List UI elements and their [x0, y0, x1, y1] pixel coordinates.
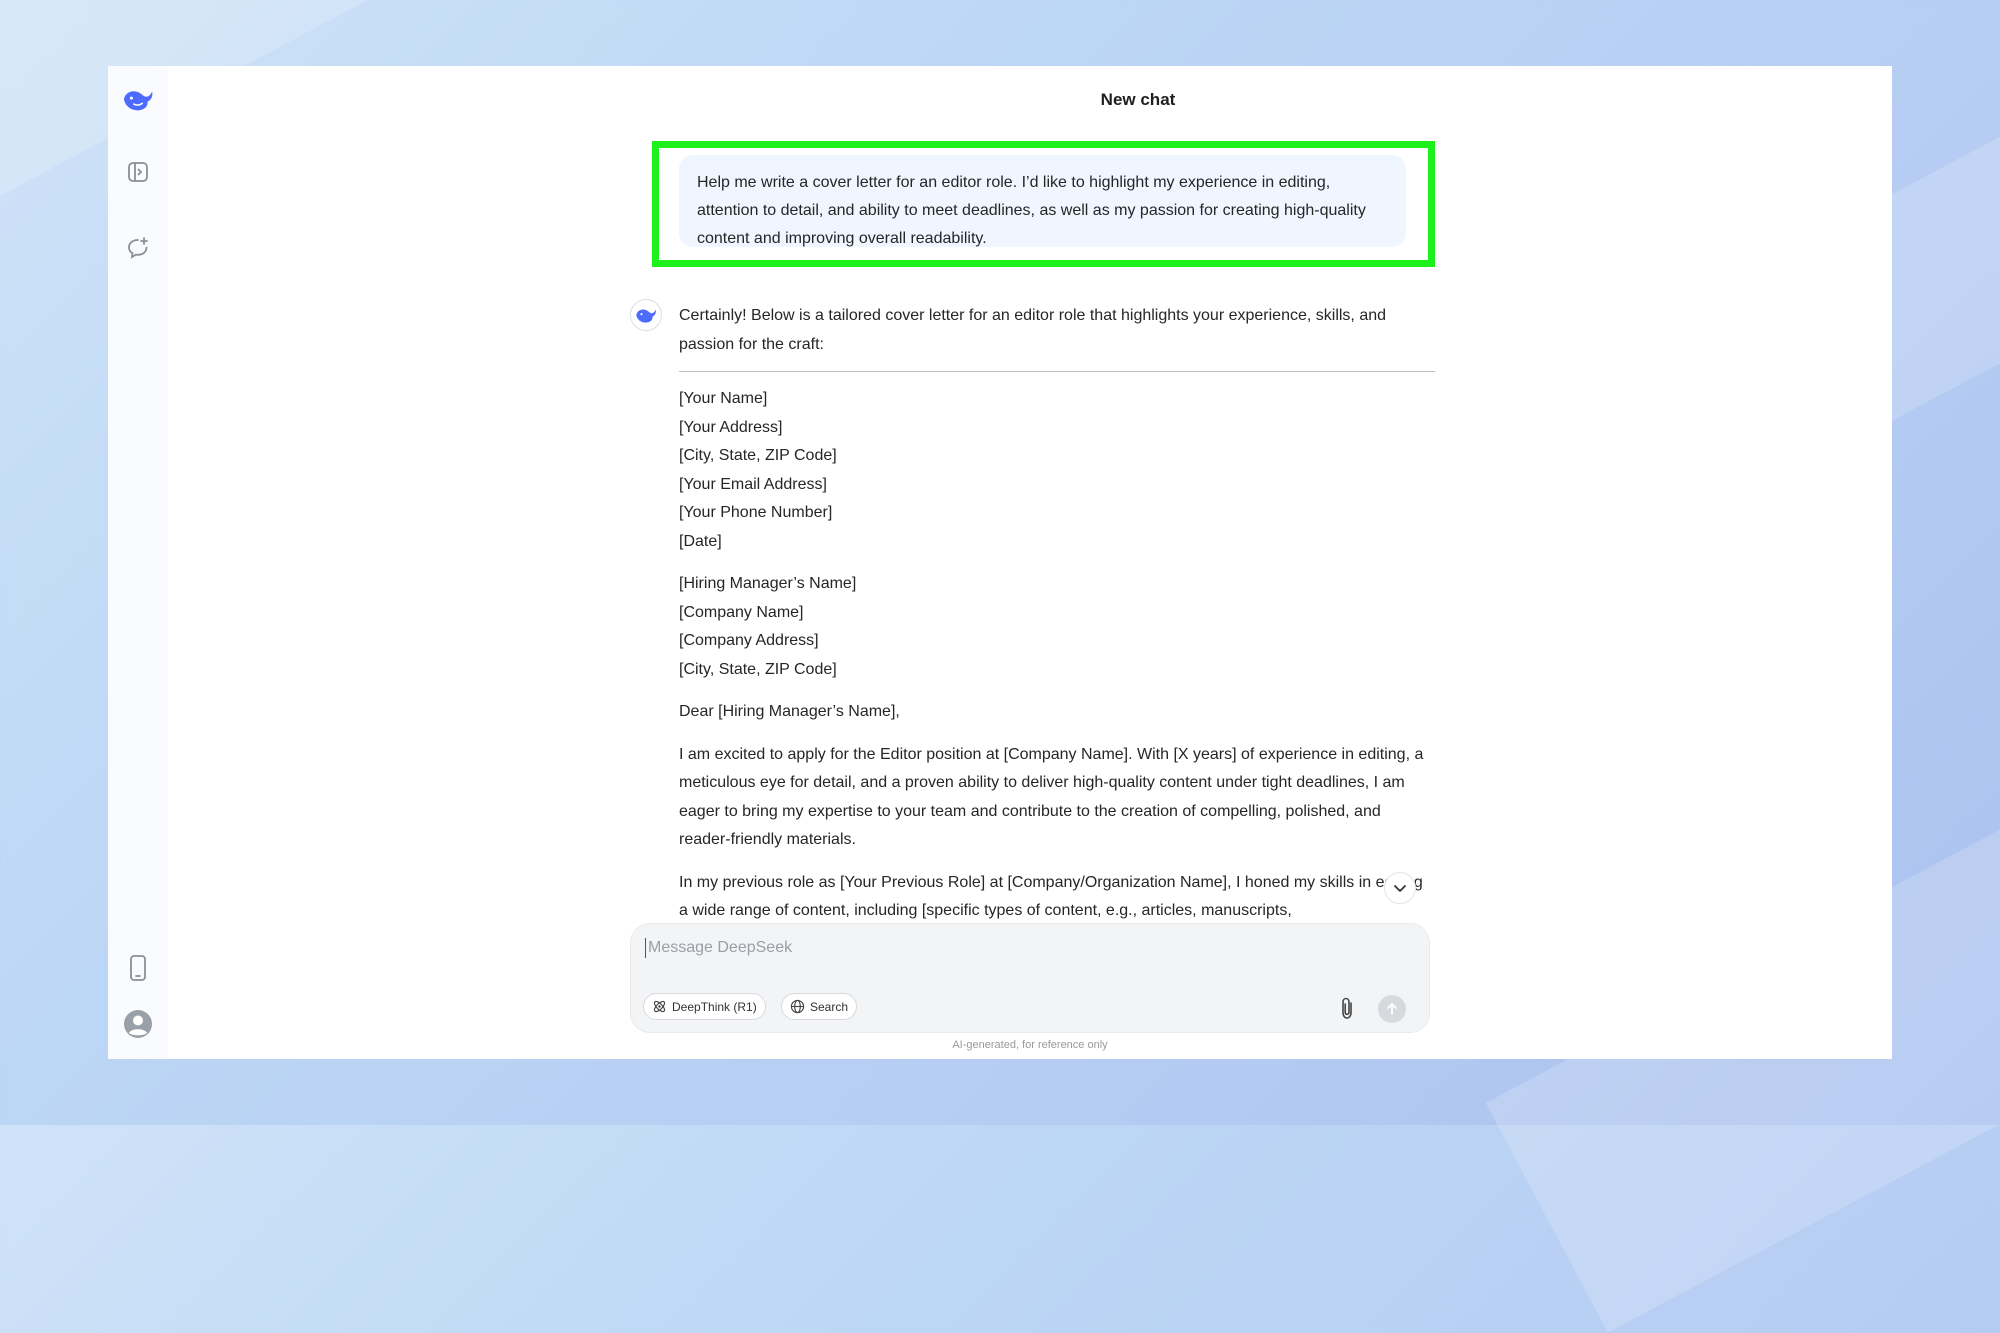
salutation: Dear [Hiring Manager’s Name],	[679, 703, 900, 720]
divider	[679, 371, 1435, 372]
recipient-line: [Company Address]	[679, 632, 819, 649]
attach-file-button[interactable]	[1335, 995, 1359, 1021]
new-chat-icon[interactable]	[122, 232, 154, 264]
message-input[interactable]: Message DeepSeek	[645, 938, 792, 958]
search-label: Search	[810, 999, 849, 1014]
sidebar	[108, 66, 168, 1059]
page-title: New chat	[1100, 90, 1176, 109]
scroll-to-bottom-button[interactable]	[1384, 872, 1416, 904]
message-composer: Message DeepSeek DeepThink (R1) Search	[630, 923, 1430, 1033]
sender-line: [Your Name]	[679, 390, 768, 407]
sender-line: [Your Phone Number]	[679, 504, 833, 521]
send-button[interactable]	[1378, 995, 1406, 1023]
highlight-box	[652, 141, 1435, 267]
sender-line: [Date]	[679, 532, 722, 550]
assistant-avatar-icon	[630, 299, 662, 331]
atom-icon	[653, 1000, 666, 1013]
recipient-line: [Hiring Manager’s Name]	[679, 575, 857, 592]
open-sidebar-icon[interactable]	[122, 156, 154, 188]
sender-line: [Your Email Address]	[679, 475, 827, 493]
disclaimer-text: AI-generated, for reference only	[952, 1039, 1108, 1051]
search-toggle-button[interactable]: Search	[781, 993, 858, 1020]
app-window: New chat Help me write a cover letter fo…	[108, 66, 1892, 1059]
globe-icon	[790, 999, 805, 1014]
mobile-app-icon[interactable]	[122, 952, 154, 984]
arrow-up-icon	[1387, 1003, 1397, 1015]
recipient-line: [City, State, ZIP Code]	[679, 660, 837, 678]
deepthink-label: DeepThink (R1)	[672, 999, 757, 1014]
sender-line: [City, State, ZIP Code]	[679, 447, 837, 464]
chevron-down-icon	[1394, 885, 1406, 892]
profile-avatar-icon[interactable]	[122, 1008, 154, 1040]
paragraph: I am excited to apply for the Editor pos…	[679, 745, 1424, 849]
assistant-answer: Certainly! Below is a tailored cover let…	[679, 302, 1435, 925]
deepseek-logo-icon[interactable]	[122, 84, 154, 116]
deepthink-toggle-button[interactable]: DeepThink (R1)	[643, 993, 766, 1020]
answer-intro: Certainly! Below is a tailored cover let…	[679, 307, 1387, 353]
paragraph: In my previous role as [Your Previous Ro…	[679, 873, 1423, 920]
paperclip-icon	[1342, 997, 1352, 1019]
sender-line: [Your Address]	[679, 418, 783, 436]
recipient-line: [Company Name]	[679, 603, 804, 621]
